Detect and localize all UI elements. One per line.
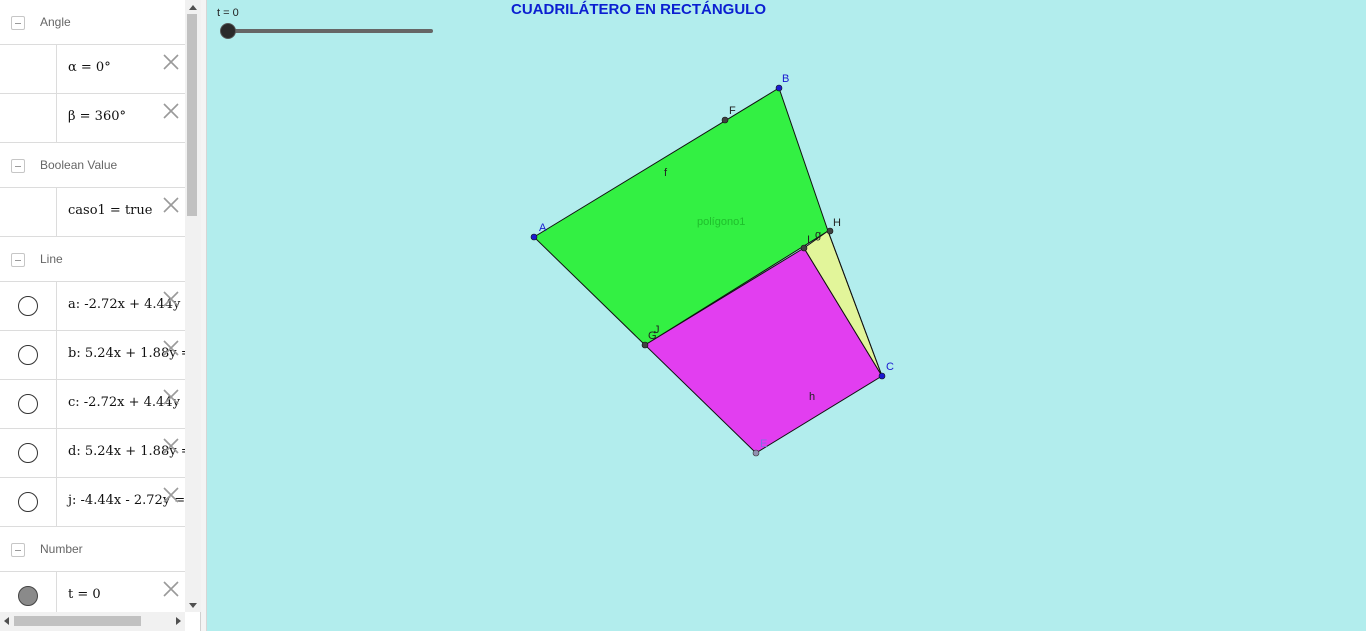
group-label: Number <box>40 542 83 556</box>
graphics-view[interactable]: t = 0 CUADRILÁTERO EN RECTÁNGULO polígon… <box>207 0 1366 631</box>
algebra-item-alpha[interactable]: α = 0° <box>0 45 185 94</box>
point-label-J: J <box>654 324 660 336</box>
horizontal-scrollbar[interactable] <box>0 612 185 631</box>
algebra-item-line-b[interactable]: b: 5.24x + 1.88y = 4 <box>0 331 185 380</box>
marble-cell <box>0 282 57 330</box>
delete-icon[interactable] <box>160 51 182 73</box>
delete-icon[interactable] <box>160 578 182 600</box>
collapse-icon[interactable] <box>11 543 25 557</box>
point-C[interactable] <box>878 372 886 380</box>
point-label-I: I <box>807 234 810 246</box>
algebra-list: Angle α = 0° β = 360° Boolean Value caso… <box>0 0 185 612</box>
point-label-C: C <box>886 361 894 373</box>
marble-cell <box>0 188 57 236</box>
visibility-marble-icon[interactable] <box>18 443 38 463</box>
group-label: Boolean Value <box>40 158 118 172</box>
scroll-left-arrow-icon[interactable] <box>4 617 9 625</box>
marble-cell <box>0 572 57 612</box>
point-E[interactable] <box>752 449 760 457</box>
visibility-marble-icon[interactable] <box>18 296 38 316</box>
vertical-scrollbar[interactable] <box>185 0 201 612</box>
geogebra-app: Angle α = 0° β = 360° Boolean Value caso… <box>0 0 1366 631</box>
group-boolean-value[interactable]: Boolean Value <box>0 143 185 188</box>
algebra-expression[interactable]: α = 0° <box>68 60 111 75</box>
scrollbar-thumb[interactable] <box>187 14 197 216</box>
scroll-right-arrow-icon[interactable] <box>176 617 181 625</box>
marble-cell <box>0 45 57 93</box>
visibility-marble-icon[interactable] <box>18 492 38 512</box>
point-F[interactable] <box>721 116 729 124</box>
graphics-canvas[interactable]: t = 0 CUADRILÁTERO EN RECTÁNGULO polígon… <box>207 0 1366 631</box>
point-label-A: A <box>539 222 547 234</box>
scrollbar-thumb[interactable] <box>14 616 141 626</box>
slider-label: t = 0 <box>217 7 239 19</box>
group-label: Line <box>40 252 63 266</box>
algebra-expression[interactable]: t = 0 <box>68 587 101 602</box>
group-label: Angle <box>40 15 71 29</box>
point-label-B: B <box>782 73 789 85</box>
algebra-item-line-c[interactable]: c: -2.72x + 4.44y = 4 <box>0 380 185 429</box>
group-angle[interactable]: Angle <box>0 0 185 45</box>
construction-title: CUADRILÁTERO EN RECTÁNGULO <box>511 1 766 18</box>
algebra-item-line-j[interactable]: j: -4.44x - 2.72y = -1 <box>0 478 185 527</box>
algebra-item-line-d[interactable]: d: 5.24x + 1.88y = 2 <box>0 429 185 478</box>
algebra-item-line-a[interactable]: a: -2.72x + 4.44y = 2 <box>0 282 185 331</box>
marble-cell <box>0 331 57 379</box>
marble-cell <box>0 94 57 142</box>
slider-knob[interactable] <box>220 23 236 39</box>
algebra-expression[interactable]: caso1 = true <box>68 203 152 218</box>
segment-label-h: h <box>809 391 815 403</box>
algebra-item-caso1[interactable]: caso1 = true <box>0 188 185 237</box>
marble-cell <box>0 478 57 526</box>
algebra-expression[interactable]: β = 360° <box>68 109 126 124</box>
point-G[interactable] <box>641 341 649 349</box>
algebra-view: Angle α = 0° β = 360° Boolean Value caso… <box>0 0 201 631</box>
algebra-item-beta[interactable]: β = 360° <box>0 94 185 143</box>
delete-icon[interactable] <box>160 435 182 457</box>
visibility-marble-icon[interactable] <box>18 394 38 414</box>
point-label-H: H <box>833 217 841 229</box>
algebra-item-t[interactable]: t = 0 <box>0 572 185 612</box>
point-A[interactable] <box>530 233 538 241</box>
polygon-label: polígono1 <box>697 216 745 228</box>
delete-icon[interactable] <box>160 288 182 310</box>
visibility-marble-icon[interactable] <box>18 586 38 606</box>
segment-label-g: g <box>815 229 821 241</box>
point-label-E: E <box>760 438 767 450</box>
visibility-marble-icon[interactable] <box>18 345 38 365</box>
scroll-up-arrow-icon[interactable] <box>189 5 197 10</box>
marble-cell <box>0 429 57 477</box>
collapse-icon[interactable] <box>11 159 25 173</box>
marble-cell <box>0 380 57 428</box>
delete-icon[interactable] <box>160 194 182 216</box>
group-line[interactable]: Line <box>0 237 185 282</box>
delete-icon[interactable] <box>160 100 182 122</box>
delete-icon[interactable] <box>160 386 182 408</box>
group-number[interactable]: Number <box>0 527 185 572</box>
collapse-icon[interactable] <box>11 253 25 267</box>
scroll-down-arrow-icon[interactable] <box>189 603 197 608</box>
delete-icon[interactable] <box>160 484 182 506</box>
collapse-icon[interactable] <box>11 16 25 30</box>
delete-icon[interactable] <box>160 337 182 359</box>
point-B[interactable] <box>775 84 783 92</box>
point-label-F: F <box>729 105 736 117</box>
